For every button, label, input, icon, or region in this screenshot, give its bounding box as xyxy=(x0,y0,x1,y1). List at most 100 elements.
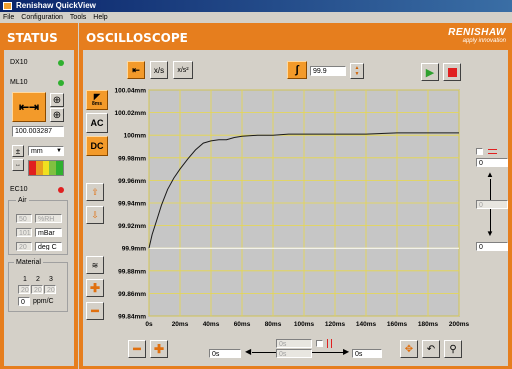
x-tick-label: 180ms xyxy=(418,321,439,328)
x-tick-label: 60ms xyxy=(234,321,251,328)
zoom-button[interactable]: ⚲ xyxy=(444,340,462,358)
y-tick-label: 100.04mm xyxy=(115,88,147,95)
stepper-down-icon: ▼ xyxy=(354,71,360,77)
x-tick-label: 80ms xyxy=(265,321,282,328)
sensor-number-2: 2 xyxy=(36,276,40,283)
undo-icon: ↶ xyxy=(426,343,436,355)
linear-mode-icon: ⇤⇥ xyxy=(18,100,40,114)
x-tick-label: 160ms xyxy=(387,321,408,328)
y-tick-label: 99.92mm xyxy=(118,223,146,230)
expansion-coefficient-field[interactable]: 0 xyxy=(18,297,30,306)
datum-icon: ↔ xyxy=(15,162,21,168)
ml10-status-led xyxy=(58,80,64,86)
trigger-level-stepper[interactable]: ▲ ▼ xyxy=(350,63,364,79)
coefficient-unit: ppm/C xyxy=(33,298,54,305)
x-cursor-checkbox[interactable] xyxy=(316,340,323,347)
cursor-x2-field[interactable]: 0s xyxy=(352,349,382,358)
app-icon xyxy=(3,2,12,10)
cursor-delta-x-field: 0s xyxy=(276,339,312,348)
x-tick-label: 100ms xyxy=(294,321,315,328)
units-select[interactable]: mm ▼ xyxy=(28,146,64,156)
cursor-y1-field[interactable]: 0 xyxy=(476,158,508,167)
y-tick-label: 99.84mm xyxy=(118,314,146,321)
magnifier-icon: ⚲ xyxy=(449,343,457,355)
stop-icon xyxy=(447,67,457,77)
window-title: Renishaw QuickView xyxy=(16,1,96,10)
run-button[interactable]: ▶ xyxy=(421,63,439,81)
trigger-button[interactable]: ∫ xyxy=(287,61,307,79)
cursor-y2-field[interactable]: 0 xyxy=(476,242,508,251)
x-scale-button[interactable]: ⇤ xyxy=(127,61,145,79)
pan-button[interactable]: ✥ xyxy=(400,340,418,358)
autoscale-icon: ≋ xyxy=(91,260,99,270)
distance-icon: ⇤ xyxy=(132,64,140,75)
crosshair-icon: ⊕ xyxy=(52,94,62,106)
signal-strength-bar xyxy=(28,160,64,176)
oscilloscope-title: OSCILLOSCOPE xyxy=(86,31,188,45)
arrow-down-icon: ⇩ xyxy=(91,209,99,220)
x-tick-label: 0s xyxy=(145,321,153,328)
play-icon: ▶ xyxy=(425,66,435,79)
cursor-toggle-checkbox[interactable] xyxy=(476,148,483,155)
window-titlebar: Renishaw QuickView xyxy=(0,0,512,12)
sensor-3-temperature: 20 xyxy=(44,285,56,294)
y-tick-label: 100mm xyxy=(124,133,147,140)
material-label: Material xyxy=(14,259,43,266)
y-span-arrow-up-icon: ▲ xyxy=(486,170,494,179)
velocity-icon: x/s xyxy=(153,65,165,75)
sensor-number-1: 1 xyxy=(23,276,27,283)
cursor-x1-field[interactable]: 0s xyxy=(209,349,241,358)
straightness-button[interactable]: ⊕ xyxy=(50,93,64,107)
menu-tools[interactable]: Tools xyxy=(70,14,86,21)
chevron-down-icon: ▼ xyxy=(56,148,62,154)
x-tick-label: 200ms xyxy=(449,321,470,328)
menu-help[interactable]: Help xyxy=(93,14,107,21)
acceleration-button[interactable]: x/s² xyxy=(173,61,193,79)
air-label: Air xyxy=(16,197,29,204)
dx10-label: DX10 xyxy=(10,59,28,66)
stop-button[interactable] xyxy=(443,63,461,81)
humidity-field[interactable]: 50 xyxy=(16,214,32,223)
x-tick-label: 40ms xyxy=(203,321,220,328)
ml10-reading: 100.003287 xyxy=(12,126,64,137)
sign-toggle-button[interactable]: ± xyxy=(12,145,24,157)
y-tick-label: 99.9mm xyxy=(122,246,146,253)
cursor-lines-icon xyxy=(488,149,497,154)
minus-icon: ━ xyxy=(133,342,141,356)
linear-mode-button[interactable]: ⇤⇥ xyxy=(12,92,46,122)
acceleration-icon: x/s² xyxy=(177,66,189,74)
reset-datum-button[interactable]: ↔ xyxy=(12,159,24,171)
humidity-unit-select[interactable]: %RH xyxy=(35,214,62,223)
brand-wordmark: RENISHAW xyxy=(448,27,506,38)
plus-icon: ✚ xyxy=(153,342,165,356)
ml10-label: ML10 xyxy=(10,79,28,86)
x-zoom-in-button[interactable]: ✚ xyxy=(150,340,168,358)
sensor-1-temperature: 20 xyxy=(18,285,30,294)
dx10-status-led xyxy=(58,60,64,66)
move-icon: ✥ xyxy=(404,343,414,355)
crosshair-icon: ⊕ xyxy=(52,109,62,121)
menu-configuration[interactable]: Configuration xyxy=(21,14,63,21)
x-tick-label: 140ms xyxy=(356,321,377,328)
x-zoom-out-button[interactable]: ━ xyxy=(128,340,146,358)
plus-icon: ✚ xyxy=(89,281,101,295)
pressure-field[interactable]: 1013 xyxy=(16,228,32,237)
air-temperature-field[interactable]: 20 xyxy=(16,242,32,251)
menu-file[interactable]: File xyxy=(3,14,14,21)
status-title: STATUS xyxy=(7,31,58,45)
temp-unit-select[interactable]: deg C xyxy=(35,242,62,251)
y-tick-label: 99.96mm xyxy=(118,178,146,185)
renishaw-logo: RENISHAW apply innovation xyxy=(416,27,506,47)
x-tick-label: 20ms xyxy=(172,321,189,328)
menu-bar: File Configuration Tools Help xyxy=(0,12,512,23)
pressure-unit-select[interactable]: mBar xyxy=(35,228,62,237)
cursor-delta-x2-field: 0s xyxy=(276,349,312,358)
velocity-button[interactable]: x/s xyxy=(150,61,168,79)
angular-button[interactable]: ⊕ xyxy=(50,108,64,122)
y-tick-label: 99.94mm xyxy=(118,201,146,208)
y-tick-label: 99.86mm xyxy=(118,291,146,298)
trigger-curve-icon: ∫ xyxy=(295,64,299,76)
y-tick-label: 99.98mm xyxy=(118,155,146,162)
undo-zoom-button[interactable]: ↶ xyxy=(422,340,440,358)
trigger-level-field[interactable]: 99.9 xyxy=(310,66,346,76)
